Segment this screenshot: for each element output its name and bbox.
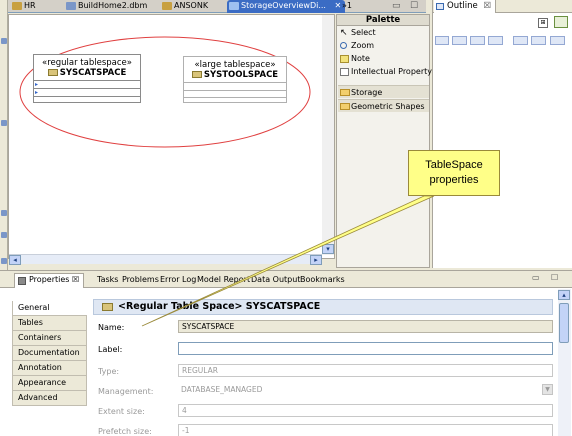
callout-line-1: TableSpace <box>425 159 483 171</box>
callout-pointer-layer <box>141 195 435 327</box>
callout-note: TableSpace properties <box>408 150 500 196</box>
callout-pointer <box>141 195 435 327</box>
callout-line-2: properties <box>429 174 479 186</box>
